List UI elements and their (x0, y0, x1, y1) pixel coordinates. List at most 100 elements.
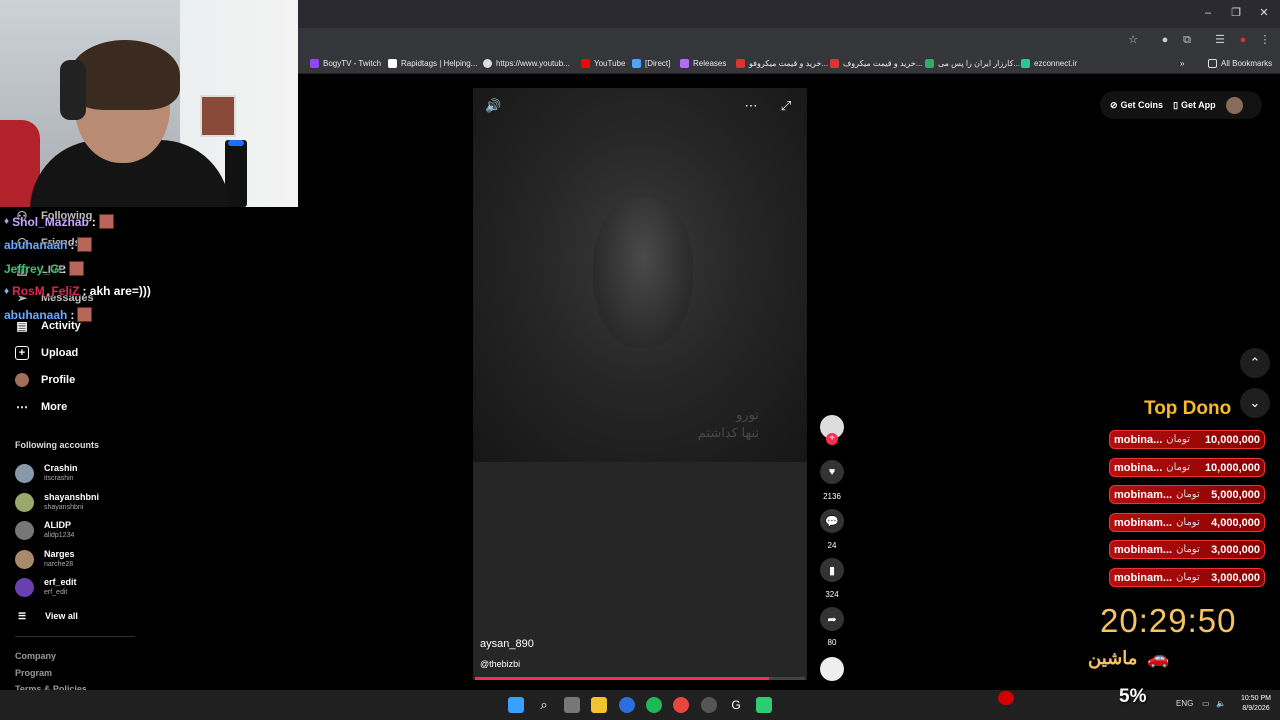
share-button[interactable]: ➦ (820, 607, 844, 631)
profile-avatar (15, 373, 29, 387)
nav-profile[interactable]: Profile (15, 371, 75, 389)
dono-amount: 10,000,000 (1204, 433, 1260, 446)
extension-badge-icon[interactable]: ● (1158, 33, 1172, 47)
profile-avatar-icon[interactable]: ● (1236, 33, 1250, 47)
chat-text: : (70, 237, 75, 252)
video-handle[interactable]: @thebizbi (480, 659, 520, 669)
user-avatar[interactable] (1225, 96, 1243, 114)
volume-tray-icon[interactable]: 🔈 (1216, 699, 1226, 708)
dono-amount: 5,000,000 (1211, 488, 1260, 501)
top-dono-title: Top Dono (1144, 398, 1232, 419)
file-explorer-icon[interactable] (591, 697, 607, 713)
vscode-icon[interactable] (619, 697, 635, 713)
car-widget: ماشین 🚗 (1088, 648, 1170, 669)
footer-link[interactable]: Program (15, 668, 52, 678)
bookmark-item[interactable]: ezconnect.ir (1021, 56, 1077, 70)
bookmark-item[interactable]: خرید و قیمت میکروف... (830, 56, 922, 70)
volume-icon[interactable]: 🔊 (485, 98, 501, 114)
wall-poster (200, 95, 236, 137)
puzzle-icon[interactable]: ⧉ (1180, 33, 1194, 47)
save-button[interactable]: ▮ (820, 558, 844, 582)
nav-profile-label: Profile (41, 374, 76, 386)
streamer-hair (70, 40, 180, 110)
close-icon[interactable]: ✕ (1257, 6, 1271, 20)
avatar (15, 520, 34, 540)
bookmark-item[interactable]: YouTube (581, 56, 625, 70)
chat-user: Shol_Mazhab (12, 214, 89, 229)
webcam-overlay (0, 0, 298, 207)
chat-message: ♦ Shol_Mazhab: (4, 214, 114, 229)
star-icon[interactable]: ☆ (1126, 33, 1140, 47)
fullscreen-icon[interactable]: ⤢ (778, 98, 794, 114)
following-account[interactable]: Narges narche28 (15, 547, 75, 571)
sound-disc[interactable] (820, 657, 844, 681)
coin-icon: ⊘ (1110, 99, 1118, 110)
account-handle: erf_edit (44, 589, 68, 596)
footer-link[interactable]: Company (15, 651, 56, 661)
video-progress-bar[interactable] (475, 677, 805, 680)
bookmarks-overflow-icon[interactable]: » (1180, 56, 1184, 70)
browser-title-bar: – ❐ ✕ (298, 0, 1280, 28)
kebab-menu-icon[interactable]: ⋮ (1258, 33, 1272, 47)
bookmark-item[interactable]: Rapidtags | Helping... (388, 56, 477, 70)
chat-text: : (70, 307, 75, 322)
bookmark-favicon (830, 58, 839, 68)
video-caption-overlay: تورو تنها کداشتم (698, 406, 759, 442)
minimize-icon[interactable]: – (1201, 6, 1215, 20)
bookmark-item[interactable]: BogyTV - Twitch (310, 56, 381, 70)
system-clock[interactable]: 10:50 PM 8/9/2026 (1236, 694, 1276, 714)
language-indicator[interactable]: ENG (1176, 699, 1193, 708)
speaker-light (228, 140, 244, 146)
phone-icon: ▯ (1173, 99, 1179, 110)
previous-video-button[interactable]: ⌃ (1240, 348, 1270, 378)
bookmark-item[interactable]: خرید و قیمت میکروفو... (736, 56, 828, 70)
reading-list-icon[interactable]: ☰ (1213, 33, 1227, 47)
view-all-link[interactable]: ☰ View all (15, 607, 78, 625)
following-account[interactable]: ALIDP alidp1234 (15, 518, 74, 542)
task-view-icon[interactable] (564, 697, 580, 713)
heart-icon: ♥ (828, 466, 836, 478)
account-name: erf_edit (44, 577, 77, 587)
account-name: Narges (44, 549, 75, 559)
obs-icon[interactable] (701, 697, 717, 713)
following-account[interactable]: erf_edit erf_edit (15, 575, 77, 599)
video-username[interactable]: aysan_890 (480, 638, 534, 650)
app-icon[interactable] (756, 697, 772, 713)
bookmark-item[interactable]: [Direct] (632, 56, 670, 70)
all-bookmarks[interactable]: All Bookmarks (1208, 56, 1272, 70)
spotify-icon[interactable] (646, 697, 662, 713)
dono-row: mobina... تومان 10,000,000 (1109, 458, 1265, 477)
comment-count: 24 (827, 541, 837, 550)
bookmark-item[interactable]: Releases (680, 56, 726, 70)
app-g-icon[interactable]: G (728, 697, 744, 713)
dono-row: mobinam... تومان 3,000,000 (1109, 540, 1265, 559)
more-options-icon[interactable]: ⋯ (743, 98, 759, 114)
dono-row: mobina... تومان 10,000,000 (1109, 430, 1265, 449)
share-count: 80 (827, 638, 837, 647)
following-account[interactable]: Crashin itscrashin (15, 461, 78, 485)
windows-taskbar (0, 690, 1280, 720)
comment-button[interactable]: 💬 (820, 509, 844, 533)
system-time: 10:50 PM (1241, 695, 1271, 702)
like-button[interactable]: ♥ (820, 460, 844, 484)
bookmark-item[interactable]: https://www.youtub... (483, 56, 570, 70)
chat-text: : akh are=))) (82, 284, 151, 298)
video-player[interactable]: تورو تنها کداشتم 🔊 ⋯ ⤢ aysan_890 @thebiz… (473, 88, 807, 680)
account-handle: narche28 (44, 561, 74, 568)
get-coins-button[interactable]: ⊘ Get Coins (1110, 100, 1163, 111)
nav-more[interactable]: ⋯ More (15, 398, 67, 416)
search-icon[interactable]: ⌕ (536, 697, 552, 713)
dono-name: mobina... (1114, 461, 1163, 474)
follow-plus-icon[interactable]: + (826, 433, 838, 445)
following-account[interactable]: shayanshbni shayanshbni (15, 490, 99, 514)
start-icon[interactable] (508, 697, 524, 713)
get-app-button[interactable]: ▯ Get App (1173, 100, 1216, 111)
nav-more-label: More (41, 401, 68, 413)
nav-upload[interactable]: + Upload (15, 344, 78, 362)
next-video-button[interactable]: ⌄ (1240, 388, 1270, 418)
maximize-icon[interactable]: ❐ (1229, 6, 1243, 20)
network-icon[interactable]: ▭ (1202, 699, 1210, 708)
chrome-icon[interactable] (673, 697, 689, 713)
bookmark-item[interactable]: کارزار ایران را پس می... (925, 56, 1020, 70)
dono-name: mobina... (1114, 433, 1163, 446)
